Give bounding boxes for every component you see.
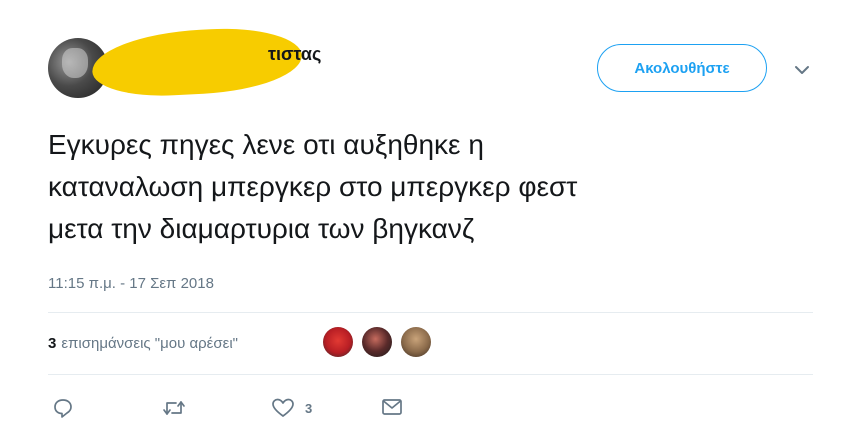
tweet-line: καταναλωση μπεργκερ στο μπεργκερ φεστ xyxy=(48,171,578,202)
direct-message-button[interactable] xyxy=(381,397,403,417)
liker-avatar[interactable] xyxy=(401,327,431,357)
tweet-actions: 3 xyxy=(52,397,472,423)
heart-icon xyxy=(271,397,295,419)
likes-count: 3 xyxy=(48,335,57,352)
divider xyxy=(48,374,813,375)
divider xyxy=(48,312,813,313)
reply-icon xyxy=(52,397,74,419)
tweet-line: μετα την διαμαρτυρια των βηγκανζ xyxy=(48,213,475,244)
tweet-line: Εγκυρες πηγες λενε οτι αυξηθηκε η xyxy=(48,129,484,160)
likes-summary[interactable]: 3 επισημάνσεις "μου αρέσει" xyxy=(48,335,238,352)
like-count: 3 xyxy=(305,400,313,416)
reply-button[interactable] xyxy=(52,397,74,419)
envelope-icon xyxy=(381,397,403,417)
tweet-text: Εγκυρες πηγες λενε οτι αυξηθηκε η κατανα… xyxy=(48,124,828,250)
liker-avatar[interactable] xyxy=(362,327,392,357)
retweet-button[interactable] xyxy=(162,397,186,419)
retweet-icon xyxy=(162,397,186,419)
liker-avatar[interactable] xyxy=(323,327,353,357)
liker-avatars xyxy=(323,327,440,357)
display-name[interactable]: τιστας xyxy=(268,44,321,65)
chevron-down-icon[interactable] xyxy=(790,62,814,78)
likes-label: επισημάνσεις "μου αρέσει" xyxy=(61,335,238,352)
follow-button[interactable]: Ακολουθήστε xyxy=(597,44,767,92)
like-button[interactable]: 3 xyxy=(271,397,312,419)
tweet-timestamp[interactable]: 11:15 π.μ. - 17 Σεπ 2018 xyxy=(48,275,214,292)
